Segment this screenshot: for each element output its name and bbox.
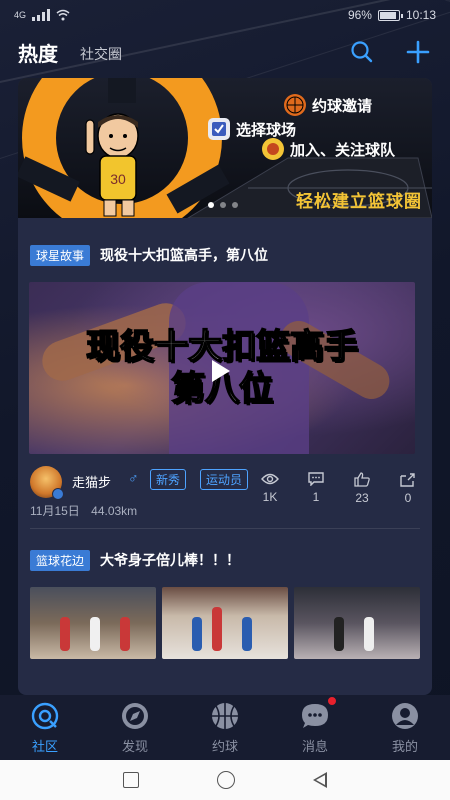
nav-profile[interactable]: 我的 (360, 695, 450, 760)
likes-count: 23 (355, 491, 369, 505)
nav-label: 发现 (121, 739, 148, 754)
nav-play[interactable]: 约球 (180, 695, 270, 760)
feed-post[interactable]: 球星故事 现役十大扣篮高手，第八位 现役十大扣篮高手 第八位 走猫步 ♂ 新秀 … (18, 218, 432, 529)
page-dot (208, 202, 214, 208)
athlete-badge: 运动员 (200, 469, 249, 490)
notification-dot (326, 695, 338, 707)
home-icon[interactable] (217, 771, 235, 789)
post-meta: 11月15日 44.03km (30, 502, 137, 519)
top-header: 热度 社交圈 (0, 30, 450, 74)
banner-slogan: 轻松建立篮球圈 (296, 192, 422, 211)
post-author-row: 走猫步 ♂ 新秀 运动员 11月15日 44.03km 1K 1 23 0 (30, 454, 420, 524)
battery-percent: 96% (347, 8, 372, 22)
plus-icon (406, 40, 430, 64)
svg-text:30: 30 (110, 171, 126, 187)
post-image[interactable] (30, 587, 156, 659)
banner-team: 加入、关注球队 (262, 138, 395, 160)
promo-banner[interactable]: 30 约球邀请 选择球场 加入、关注球队 轻松建立篮球圈 (18, 78, 432, 218)
author-name[interactable]: 走猫步 (72, 472, 111, 491)
carrier-label: 4G (14, 10, 27, 20)
nav-label: 我的 (391, 739, 418, 754)
banner-invite: 约球邀请 (284, 94, 372, 116)
battery-icon (377, 9, 403, 21)
shares-stat[interactable]: 0 (396, 472, 420, 505)
search-icon (351, 41, 373, 63)
comments-stat[interactable]: 1 (304, 472, 328, 505)
banner-invite-label: 约球邀请 (312, 97, 373, 115)
nav-discover[interactable]: 发现 (90, 695, 180, 760)
page-dot (220, 202, 226, 208)
community-icon (30, 701, 60, 731)
thumbs-up-icon (354, 472, 370, 487)
profile-icon (390, 701, 420, 731)
post-stats: 1K 1 23 0 (258, 472, 420, 505)
banner-pagination (208, 202, 238, 208)
add-button[interactable] (404, 38, 432, 66)
signal-icon (32, 9, 51, 21)
views-stat[interactable]: 1K (258, 472, 282, 505)
play-icon[interactable] (212, 360, 230, 382)
tab-hot[interactable]: 热度 (18, 38, 58, 67)
post-category-tag[interactable]: 篮球花边 (30, 549, 91, 571)
shares-count: 0 (404, 491, 412, 505)
banner-court-label: 选择球场 (236, 121, 297, 139)
comment-icon (308, 472, 324, 486)
search-button[interactable] (348, 38, 376, 66)
nav-label: 约球 (211, 739, 238, 754)
post-category-tag[interactable]: 球星故事 (30, 244, 91, 266)
cartoon-player-illustration: 30 (85, 113, 139, 217)
banner-court: 选择球场 (208, 118, 296, 140)
feed: 30 约球邀请 选择球场 加入、关注球队 轻松建立篮球圈 球星故事 现役十大扣篮… (18, 78, 432, 695)
post-image[interactable] (294, 587, 420, 659)
nav-community[interactable]: 社区 (0, 695, 90, 760)
eye-icon (261, 473, 279, 485)
feed-post[interactable]: 篮球花边 大爷身子倍儿棒！！！ (18, 529, 432, 659)
banner-team-label: 加入、关注球队 (290, 141, 396, 159)
wifi-icon (56, 9, 70, 21)
avatar[interactable] (30, 466, 64, 500)
back-icon[interactable] (313, 772, 327, 788)
team-icon (262, 138, 284, 160)
page-dot (232, 202, 238, 208)
nav-label: 消息 (301, 739, 328, 754)
discover-icon (120, 701, 150, 731)
clock: 10:13 (405, 8, 436, 22)
likes-stat[interactable]: 23 (350, 472, 374, 505)
system-nav-bar (0, 760, 450, 800)
message-icon (300, 701, 330, 731)
views-count: 1K (262, 490, 278, 504)
video-thumbnail[interactable]: 现役十大扣篮高手 第八位 (29, 282, 415, 454)
basketball-icon (284, 94, 306, 116)
tab-social[interactable]: 社交圈 (80, 44, 122, 64)
checkbox-icon (208, 118, 230, 140)
post-title[interactable]: 现役十大扣篮高手，第八位 (100, 245, 268, 265)
comments-count: 1 (312, 490, 320, 504)
status-bar: 4G 96% 10:13 (0, 0, 450, 30)
post-title[interactable]: 大爷身子倍儿棒！！！ (100, 550, 240, 570)
post-image[interactable] (162, 587, 288, 659)
male-icon: ♂ (128, 470, 139, 486)
bottom-nav: 社区 发现 约球 消息 我的 (0, 695, 450, 760)
basketball-icon (210, 701, 240, 731)
post-date: 11月15日 (30, 504, 80, 518)
verified-badge (52, 488, 64, 500)
post-distance: 44.03km (91, 504, 138, 518)
post-image-grid (30, 587, 420, 659)
share-icon (400, 473, 415, 487)
recent-apps-icon[interactable] (123, 772, 139, 788)
rookie-badge: 新秀 (150, 469, 187, 490)
nav-messages[interactable]: 消息 (270, 695, 360, 760)
nav-label: 社区 (31, 739, 58, 754)
